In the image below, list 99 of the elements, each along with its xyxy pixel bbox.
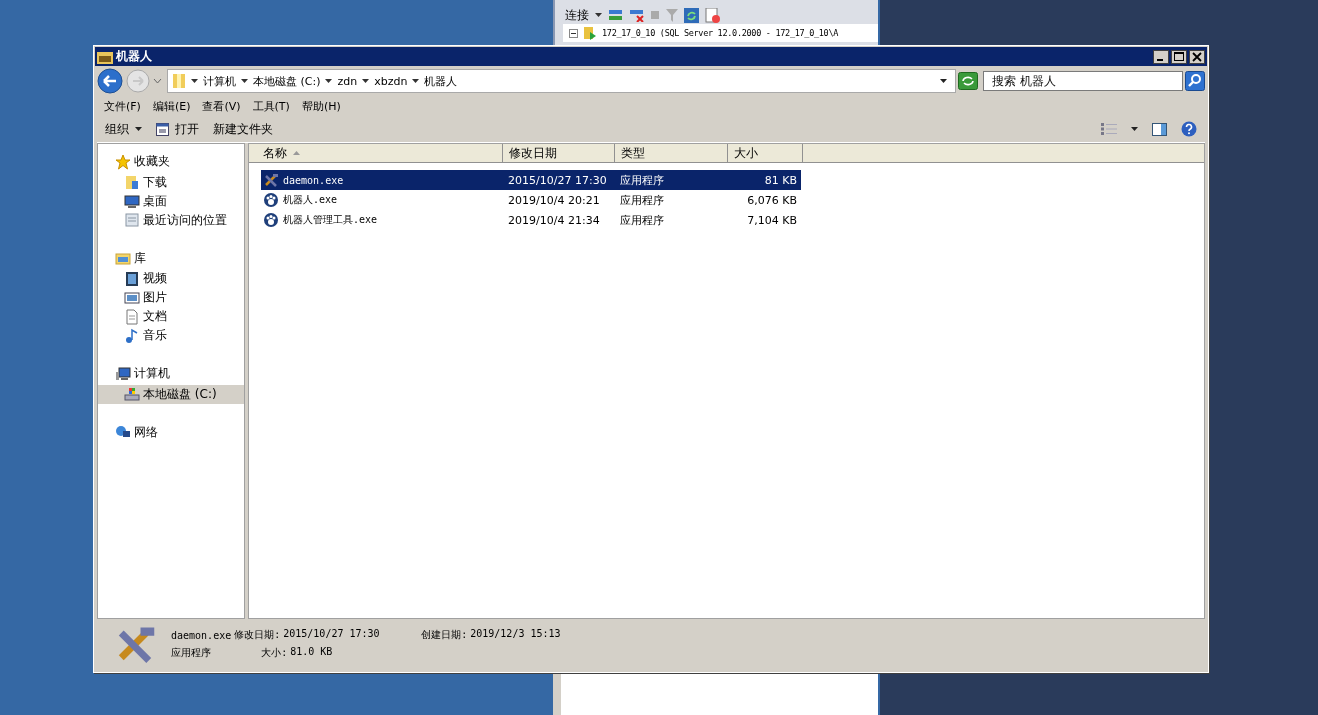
minimize-button[interactable] (1153, 49, 1169, 64)
table-cell-text: 应用程序 (618, 172, 665, 188)
document-icon (124, 308, 140, 325)
picture-icon (124, 289, 140, 306)
organize-button[interactable]: 组织 (105, 118, 142, 140)
collapse-toggle[interactable] (569, 28, 578, 38)
address-bar[interactable]: 计算机 本地磁盘 (C:) zdn xbzdn 机器人 (167, 69, 956, 93)
server-disconnect-icon[interactable] (629, 8, 644, 22)
field-value: 81.0 KB (290, 646, 333, 659)
breadcrumb[interactable]: 计算机 (203, 73, 236, 89)
table-cell-text: 81 KB (763, 173, 798, 187)
caret-icon[interactable] (241, 79, 248, 83)
nav-item[interactable]: 音乐 (124, 326, 167, 345)
film-icon (124, 270, 140, 287)
window-icon (156, 122, 169, 136)
menu-item[interactable]: 工具(T) (252, 99, 290, 113)
server-connect-icon[interactable] (608, 8, 623, 22)
document-icon (124, 212, 140, 228)
breadcrumb[interactable]: zdn (337, 74, 358, 88)
nav-item[interactable]: 计算机 (115, 364, 170, 383)
nav-item[interactable]: 桌面 (124, 191, 167, 211)
caret-icon[interactable] (940, 79, 947, 83)
field-label: 大小: (261, 646, 288, 660)
history-caret-icon[interactable] (153, 78, 162, 84)
window-title: 机器人 (116, 48, 152, 65)
table-cell-text: 应用程序 (618, 212, 665, 228)
search-field[interactable]: 搜索 机器人 (983, 71, 1183, 91)
monitor-icon (124, 193, 140, 209)
table-cell-text: 2019/10/4 20:21 (507, 193, 601, 207)
close-button[interactable] (1189, 49, 1205, 64)
maximize-button[interactable] (1171, 49, 1187, 64)
nav-item[interactable]: 文档 (124, 307, 167, 326)
file-name: daemon.exe (283, 174, 344, 186)
view-list-icon[interactable] (1101, 123, 1117, 135)
database-server-icon (583, 26, 597, 40)
network-icon (115, 424, 131, 440)
search-button[interactable] (1185, 71, 1205, 91)
table-cell-text: 6,076 KB (746, 193, 798, 207)
file-row[interactable]: 机器人管理工具.exe 2019/10/4 21:34 应用程序 7,104 KB (261, 210, 801, 230)
caret-icon (595, 13, 602, 17)
menu-item[interactable]: 文件(F) (104, 99, 141, 113)
new-folder-button[interactable]: 新建文件夹 (213, 118, 273, 140)
star-icon (115, 153, 131, 170)
field-label: 修改日期: (234, 628, 281, 642)
back-button[interactable] (97, 68, 123, 94)
file-type: 应用程序 (171, 646, 212, 660)
caret-icon[interactable] (191, 79, 198, 83)
computer-icon (115, 365, 131, 382)
paw-icon (263, 192, 279, 208)
preview-pane-icon[interactable] (1152, 122, 1167, 136)
caret-icon[interactable] (1131, 127, 1138, 131)
file-name: 机器人管理工具.exe (283, 213, 378, 227)
caret-icon[interactable] (412, 79, 420, 83)
menu-item[interactable]: 编辑(E) (152, 99, 191, 113)
file-name: 机器人.exe (283, 193, 338, 207)
nav-item[interactable]: 网络 (115, 422, 158, 442)
nav-item[interactable]: 收藏夹 (115, 152, 170, 171)
open-button[interactable]: 打开 (156, 118, 199, 140)
minus-icon (569, 28, 578, 38)
nav-item[interactable]: 图片 (124, 288, 167, 307)
folder-icon (97, 49, 113, 64)
column-header[interactable]: 大小 (728, 144, 803, 163)
folder-icon (124, 174, 140, 190)
drive-icon (124, 386, 140, 402)
caret-icon[interactable] (362, 79, 370, 83)
help-icon[interactable] (1181, 121, 1197, 137)
folder-icon (172, 73, 186, 89)
caret-icon (135, 127, 142, 131)
refresh-button[interactable] (958, 72, 978, 90)
folder-icon (115, 250, 131, 266)
table-cell-text: 2019/10/4 21:34 (507, 213, 601, 227)
table-cell-text: 应用程序 (618, 192, 665, 208)
file-row[interactable]: 机器人.exe 2019/10/4 20:21 应用程序 6,076 KB (261, 190, 801, 210)
table-cell-text: 2015/10/27 17:30 (507, 173, 608, 187)
breadcrumb[interactable]: 本地磁盘 (C:) (253, 73, 321, 89)
nav-item[interactable]: 最近访问的位置 (124, 210, 227, 230)
nav-item[interactable]: 库 (115, 248, 146, 268)
nav-item[interactable]: 下载 (124, 172, 167, 192)
report-icon[interactable] (705, 7, 720, 23)
field-label: 创建日期: (421, 628, 468, 642)
field-value: 2019/12/3 15:13 (470, 628, 561, 641)
nav-item[interactable]: 视频 (124, 269, 167, 288)
breadcrumb[interactable]: xbzdn (374, 74, 408, 88)
field-value: 2015/10/27 17:30 (283, 628, 380, 641)
refresh-icon[interactable] (684, 7, 699, 23)
menu-item[interactable]: 查看(V) (202, 99, 241, 113)
column-header[interactable]: 类型 (615, 144, 728, 163)
table-cell-text: 7,104 KB (746, 213, 798, 227)
tools-icon (263, 172, 279, 188)
connect-button[interactable]: 连接 (565, 6, 589, 24)
breadcrumb[interactable]: 机器人 (424, 73, 458, 89)
music-note-icon (124, 327, 140, 344)
column-header[interactable]: 名称 (249, 144, 503, 163)
column-header[interactable]: 修改日期 (503, 144, 615, 163)
caret-icon[interactable] (325, 79, 333, 83)
file-row[interactable]: daemon.exe 2015/10/27 17:30 应用程序 81 KB (261, 170, 801, 190)
file-name: daemon.exe (171, 629, 232, 641)
paw-icon (263, 212, 279, 228)
menu-item[interactable]: 帮助(H) (301, 99, 341, 113)
